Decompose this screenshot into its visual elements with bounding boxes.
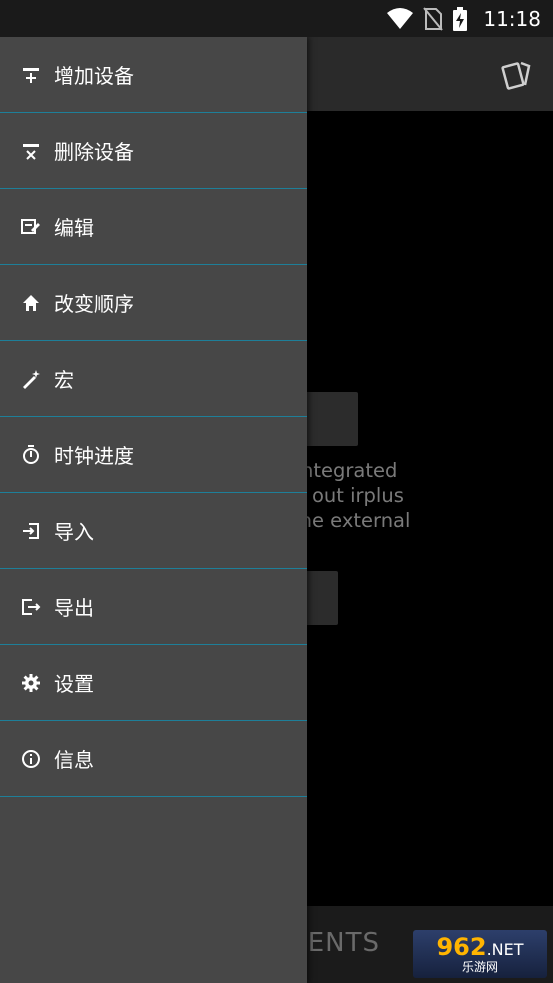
menu-item-export[interactable]: 导出	[0, 569, 307, 645]
add-device-icon	[20, 64, 42, 86]
wifi-icon	[387, 7, 414, 29]
remove-device-icon	[20, 140, 42, 162]
menu-item-label: 删除设备	[54, 140, 134, 164]
menu-item-timer[interactable]: 时钟进度	[0, 417, 307, 493]
menu-item-remove-device[interactable]: 删除设备	[0, 113, 307, 189]
menu-item-settings[interactable]: 设置	[0, 645, 307, 721]
gear-icon	[20, 672, 42, 694]
timer-icon	[20, 444, 42, 466]
menu-item-macro[interactable]: 宏	[0, 341, 307, 417]
menu-item-label: 编辑	[54, 216, 94, 240]
battery-charging-icon	[453, 6, 468, 31]
status-bar: 11:18	[0, 0, 553, 37]
menu-item-label: 增加设备	[54, 64, 134, 88]
watermark-main-row: 962.NET	[436, 934, 523, 960]
menu-item-label: 设置	[54, 672, 94, 696]
home-icon	[20, 292, 42, 314]
edit-icon	[20, 216, 42, 238]
menu-item-import[interactable]: 导入	[0, 493, 307, 569]
menu-item-label: 宏	[54, 368, 74, 392]
menu-item-label: 时钟进度	[54, 444, 134, 468]
menu-item-add-device[interactable]: 增加设备	[0, 37, 307, 113]
watermark-logo: 962.NET 乐游网	[413, 930, 547, 978]
status-time: 11:18	[483, 6, 541, 31]
menu-item-label: 信息	[54, 748, 94, 772]
menu-item-info[interactable]: 信息	[0, 721, 307, 797]
watermark-sub: 乐游网	[461, 960, 498, 974]
menu-item-label: 导出	[54, 596, 94, 620]
menu-item-edit[interactable]: 编辑	[0, 189, 307, 265]
menu-item-label: 改变顺序	[54, 292, 134, 316]
watermark-net: .NET	[486, 940, 524, 959]
import-icon	[20, 520, 42, 542]
no-sim-icon	[423, 6, 444, 31]
export-icon	[20, 596, 42, 618]
cards-icon[interactable]	[501, 57, 535, 91]
menu-item-label: 导入	[54, 520, 94, 544]
watermark-main: 962	[436, 933, 487, 961]
magic-wand-icon	[20, 368, 42, 390]
navigation-drawer: 增加设备 删除设备 编辑 改变顺序 宏 时钟进度 导入 导出 设置 信息	[0, 37, 307, 983]
info-icon	[20, 748, 42, 770]
menu-item-reorder[interactable]: 改变顺序	[0, 265, 307, 341]
